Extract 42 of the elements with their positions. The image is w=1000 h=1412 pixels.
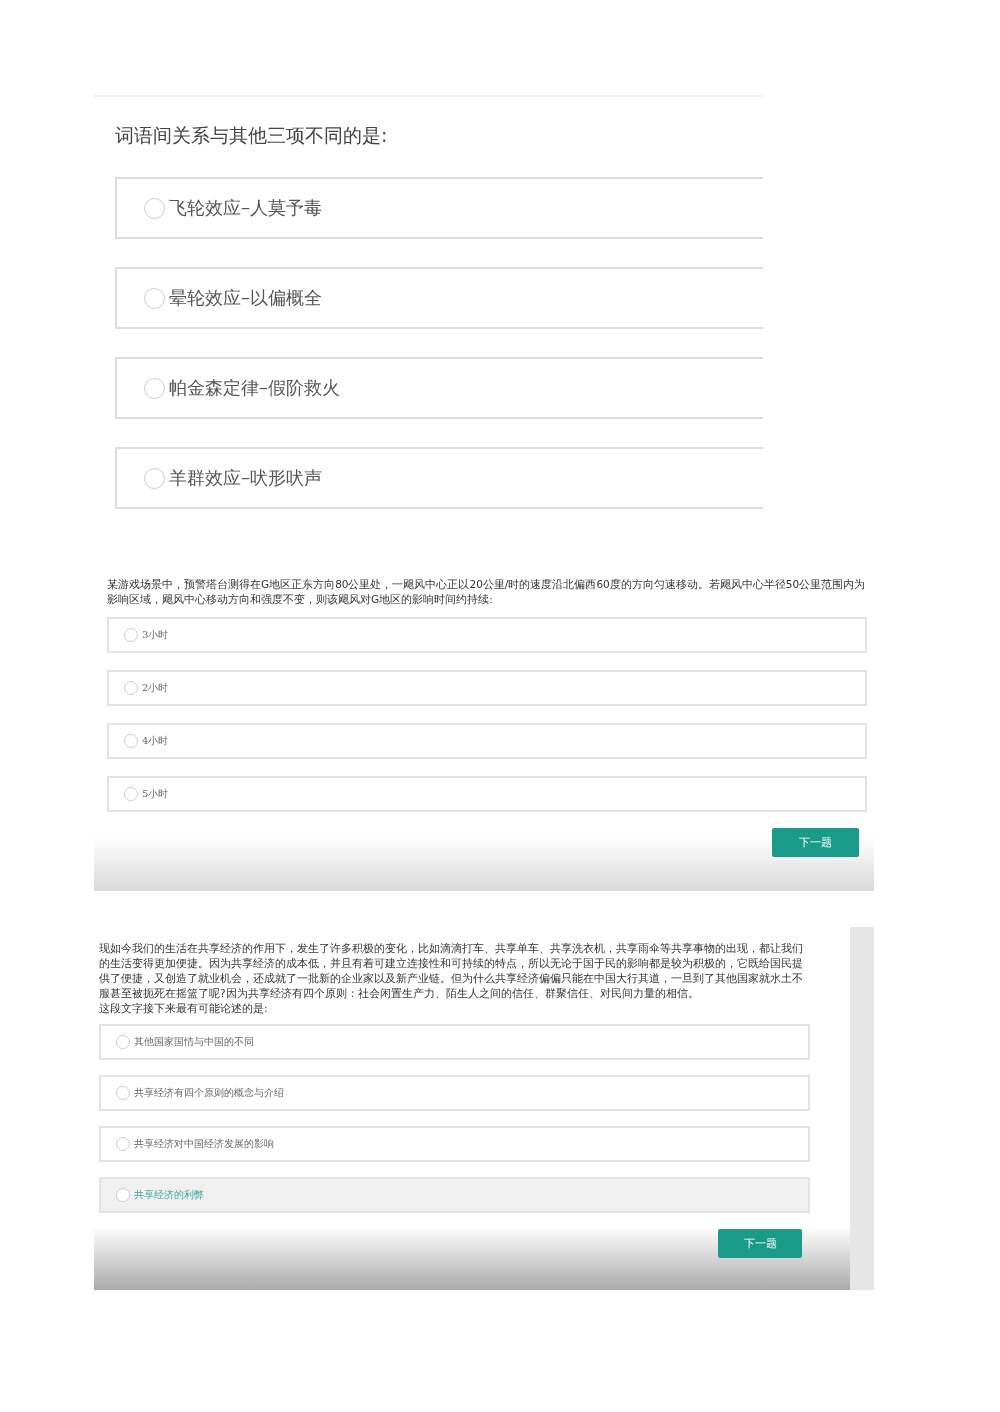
next-button[interactable]: 下一题	[772, 828, 859, 857]
option-label: 共享经济的利弊	[134, 1188, 204, 1202]
radio-button[interactable]	[144, 287, 165, 309]
radio-button[interactable]	[116, 1137, 130, 1151]
question-text: 词语间关系与其他三项不同的是:	[115, 123, 389, 148]
answer-option[interactable]: 2小时	[107, 670, 867, 706]
option-label: 羊群效应–吠形吠声	[169, 466, 322, 490]
scrollbar[interactable]	[850, 927, 874, 1290]
radio-button[interactable]	[124, 681, 138, 695]
answer-option[interactable]: 帕金森定律–假阶救火	[115, 357, 763, 419]
radio-button[interactable]	[144, 377, 165, 399]
answer-option[interactable]: 4小时	[107, 723, 867, 759]
radio-button[interactable]	[124, 734, 138, 748]
answer-option[interactable]: 5小时	[107, 776, 867, 812]
option-label: 共享经济有四个原则的概念与介绍	[134, 1086, 284, 1100]
option-label: 帕金森定律–假阶救火	[169, 376, 340, 400]
next-button[interactable]: 下一题	[718, 1229, 802, 1258]
radio-button[interactable]	[144, 197, 165, 219]
answer-option[interactable]: 飞轮效应–人莫予毒	[115, 177, 763, 239]
answer-option[interactable]: 晕轮效应–以偏概全	[115, 267, 763, 329]
option-label: 4小时	[142, 734, 169, 748]
question-text: 某游戏场景中，预警塔台测得在G地区正东方向80公里处，一飓风中心正以20公里/时的速度沿北偏西60度的方向匀速移动。若飓风中心半径50公里范围内为影响区域，飓风中心移动方向和强度不变，则该飓风对G地区的影响时间约持续:	[107, 577, 867, 607]
answer-option[interactable]: 其他国家国情与中国的不同	[99, 1024, 810, 1060]
radio-button[interactable]	[116, 1188, 130, 1202]
option-label: 3小时	[142, 628, 169, 642]
radio-button[interactable]	[116, 1035, 130, 1049]
radio-button[interactable]	[124, 787, 138, 801]
option-label: 2小时	[142, 681, 169, 695]
option-label: 共享经济对中国经济发展的影响	[134, 1137, 274, 1151]
radio-button[interactable]	[144, 467, 165, 489]
answer-option[interactable]: 3小时	[107, 617, 867, 653]
radio-button[interactable]	[116, 1086, 130, 1100]
radio-button[interactable]	[124, 628, 138, 642]
answer-option[interactable]: 共享经济有四个原则的概念与介绍	[99, 1075, 810, 1111]
question-text: 现如今我们的生活在共享经济的作用下，发生了许多积极的变化，比如滴滴打车、共享单车、共享洗衣机，共享雨伞等共享事物的出现，都让我们的生活变得更加便捷。因为共享经济的成本低，并且有着可建立连接性和可持续的特点，所以无论于国于民的影响都是较为积极的，它既给国民提供了便捷，又创造了就业机会，还成就了一批新的企业家以及新产业链。但为什么共享经济偏偏只能在中国大行其道，一旦到了其他国家就水土不服甚至被扼死在摇篮了呢?因为共享经济有四个原则：社会闲置生产力、陌生人之间的信任、群聚信任、对民间力量的相信。	[99, 941, 804, 1001]
option-label: 飞轮效应–人莫予毒	[169, 196, 322, 220]
answer-option[interactable]: 羊群效应–吠形吠声	[115, 447, 763, 509]
answer-option[interactable]: 共享经济对中国经济发展的影响	[99, 1126, 810, 1162]
option-label: 5小时	[142, 787, 169, 801]
question-prompt: 这段文字接下来最有可能论述的是:	[99, 1001, 269, 1016]
option-label: 晕轮效应–以偏概全	[169, 286, 322, 310]
option-label: 其他国家国情与中国的不同	[134, 1035, 254, 1049]
